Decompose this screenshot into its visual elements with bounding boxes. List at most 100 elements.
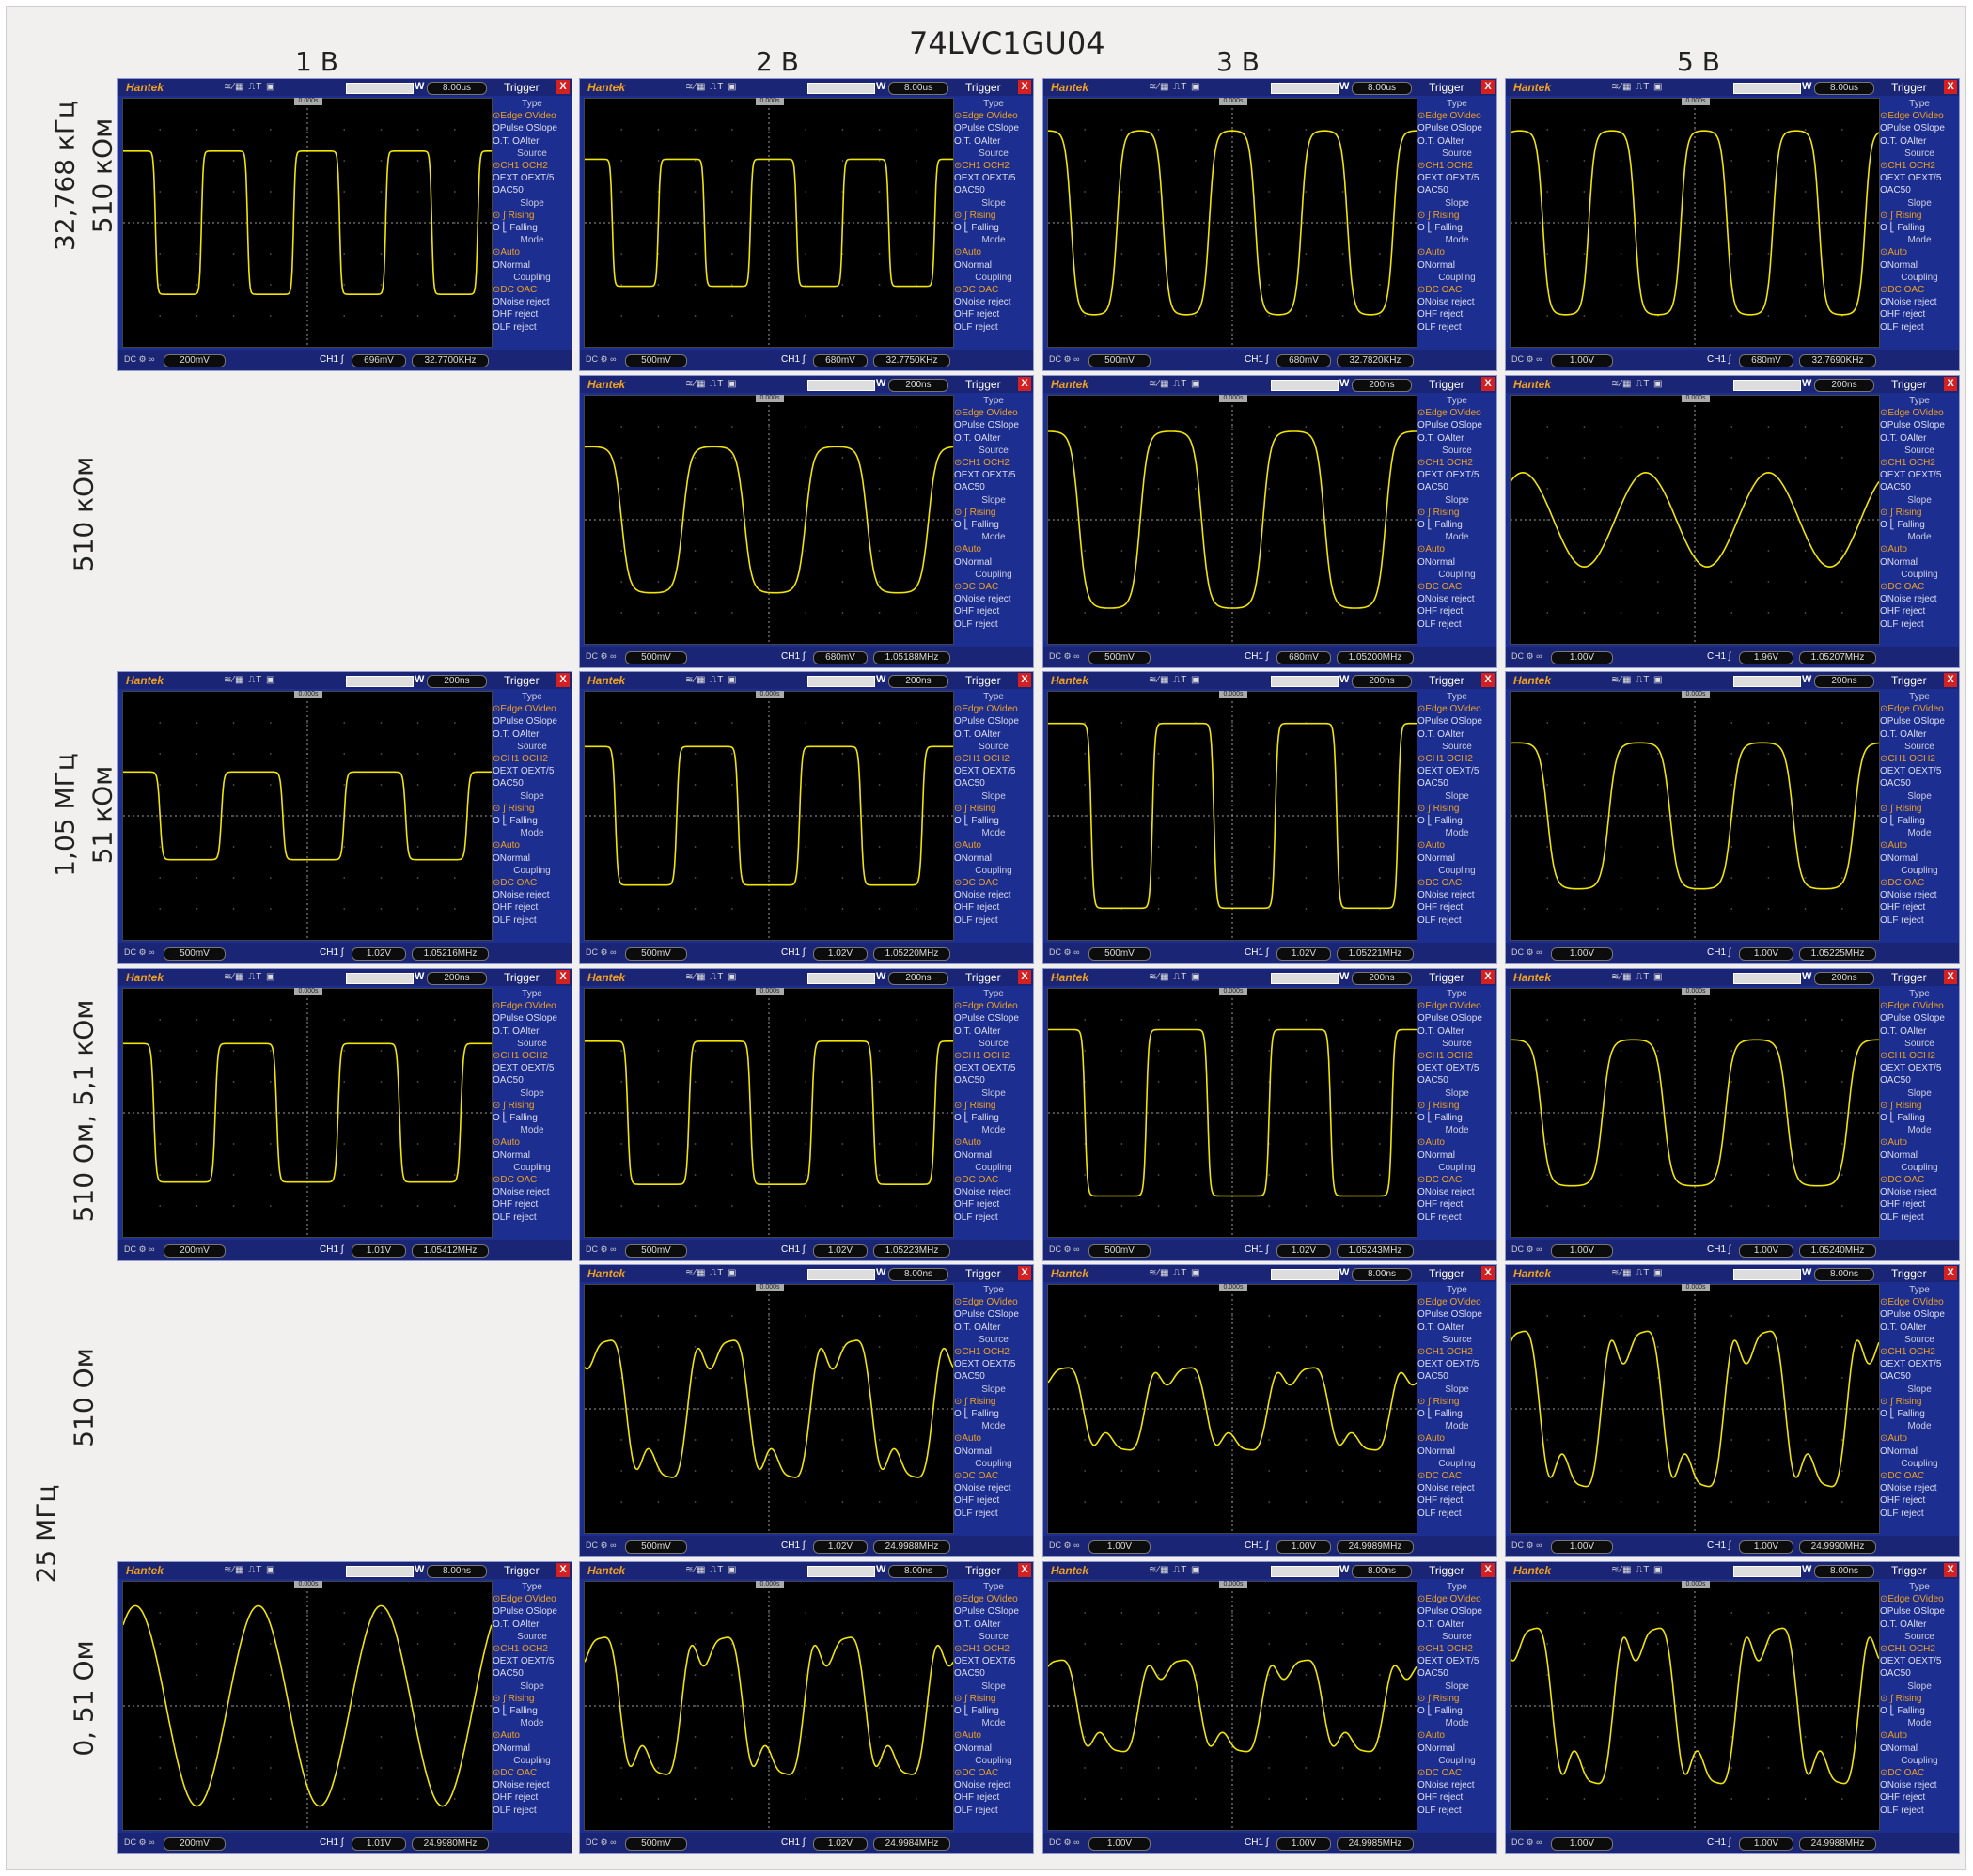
panel-option[interactable]: ⊙Auto bbox=[1417, 1432, 1496, 1445]
panel-option[interactable]: ⊙DC OAC bbox=[1880, 1767, 1959, 1779]
panel-option[interactable]: O ⎣ Falling bbox=[954, 1705, 1033, 1717]
panel-option[interactable]: ⊙Auto bbox=[1880, 1432, 1959, 1445]
panel-option[interactable]: ⊙ ∫ Rising bbox=[1417, 1396, 1496, 1408]
panel-option[interactable]: OEXT OEXT/5 bbox=[1417, 469, 1496, 481]
panel-option[interactable]: ⊙Edge OVideo bbox=[954, 1296, 1033, 1308]
panel-option[interactable]: O.T. OAlter bbox=[1880, 728, 1959, 741]
panel-option[interactable]: ⊙ ∫ Rising bbox=[493, 803, 572, 815]
trigger-position-marker[interactable]: 0.000s bbox=[756, 98, 784, 105]
panel-option[interactable]: ⊙ ∫ Rising bbox=[1880, 1693, 1959, 1705]
panel-option[interactable]: ⊙ ∫ Rising bbox=[954, 1693, 1033, 1705]
panel-option[interactable]: ⊙CH1 OCH2 bbox=[1880, 1050, 1959, 1062]
panel-option[interactable]: ONormal bbox=[954, 1743, 1033, 1755]
panel-option[interactable]: ⊙DC OAC bbox=[493, 877, 572, 889]
panel-option[interactable]: OAC50 bbox=[1880, 481, 1959, 493]
panel-option[interactable]: O.T. OAlter bbox=[1417, 728, 1496, 741]
panel-option[interactable]: ⊙Edge OVideo bbox=[954, 1000, 1033, 1012]
trigger-position-marker[interactable]: 0.000s bbox=[294, 1581, 322, 1588]
panel-option[interactable]: ⊙Edge OVideo bbox=[493, 1000, 572, 1012]
panel-option[interactable]: O ⎣ Falling bbox=[1417, 1705, 1496, 1717]
panel-option[interactable]: OEXT OEXT/5 bbox=[954, 1358, 1033, 1370]
panel-option[interactable]: ⊙Edge OVideo bbox=[1880, 1296, 1959, 1308]
panel-option[interactable]: OLF reject bbox=[1417, 618, 1496, 631]
panel-option[interactable]: ⊙CH1 OCH2 bbox=[1880, 457, 1959, 469]
panel-option[interactable]: OAC50 bbox=[954, 184, 1033, 196]
panel-option[interactable]: ONoise reject bbox=[954, 889, 1033, 901]
panel-option[interactable]: ⊙Auto bbox=[954, 1432, 1033, 1445]
panel-option[interactable]: OAC50 bbox=[954, 481, 1033, 493]
panel-option[interactable]: OHF reject bbox=[1417, 1494, 1496, 1507]
panel-option[interactable]: ONoise reject bbox=[1880, 1779, 1959, 1791]
panel-option[interactable]: ⊙CH1 OCH2 bbox=[1417, 753, 1496, 765]
panel-option[interactable]: O ⎣ Falling bbox=[1417, 1112, 1496, 1124]
panel-option[interactable]: ⊙ ∫ Rising bbox=[1417, 507, 1496, 519]
panel-option[interactable]: ⊙DC OAC bbox=[1417, 1174, 1496, 1186]
panel-option[interactable]: OEXT OEXT/5 bbox=[1417, 1655, 1496, 1667]
panel-option[interactable]: O ⎣ Falling bbox=[954, 815, 1033, 827]
panel-option[interactable]: ⊙ ∫ Rising bbox=[1880, 1396, 1959, 1408]
panel-option[interactable]: OLF reject bbox=[954, 618, 1033, 631]
panel-option[interactable]: ⊙Edge OVideo bbox=[1417, 703, 1496, 715]
panel-option[interactable]: O ⎣ Falling bbox=[1417, 815, 1496, 827]
panel-option[interactable]: ⊙DC OAC bbox=[954, 1470, 1033, 1482]
panel-option[interactable]: OAC50 bbox=[493, 184, 572, 196]
panel-option[interactable]: OPulse OSlope bbox=[954, 1012, 1033, 1024]
panel-option[interactable]: O.T. OAlter bbox=[954, 432, 1033, 445]
panel-option[interactable]: ⊙ ∫ Rising bbox=[954, 507, 1033, 519]
panel-option[interactable]: ONormal bbox=[954, 1149, 1033, 1162]
panel-option[interactable]: OHF reject bbox=[1417, 901, 1496, 914]
panel-option[interactable]: ONormal bbox=[1417, 852, 1496, 865]
close-icon[interactable]: X bbox=[1018, 673, 1031, 687]
panel-option[interactable]: OHF reject bbox=[1417, 1791, 1496, 1804]
panel-option[interactable]: OEXT OEXT/5 bbox=[1880, 1062, 1959, 1074]
panel-option[interactable]: ⊙CH1 OCH2 bbox=[1880, 1346, 1959, 1358]
panel-option[interactable]: OAC50 bbox=[1417, 1074, 1496, 1087]
panel-option[interactable]: OAC50 bbox=[1880, 777, 1959, 789]
trigger-position-marker[interactable]: 0.000s bbox=[756, 1581, 784, 1588]
panel-option[interactable]: ⊙Auto bbox=[1417, 839, 1496, 852]
panel-option[interactable]: OHF reject bbox=[1417, 1198, 1496, 1211]
panel-option[interactable]: O ⎣ Falling bbox=[493, 1112, 572, 1124]
panel-option[interactable]: OAC50 bbox=[493, 777, 572, 789]
panel-option[interactable]: OAC50 bbox=[1417, 1370, 1496, 1383]
panel-option[interactable]: OPulse OSlope bbox=[1417, 1012, 1496, 1024]
panel-option[interactable]: O.T. OAlter bbox=[1417, 1025, 1496, 1038]
panel-option[interactable]: ONormal bbox=[954, 852, 1033, 865]
panel-option[interactable]: ⊙ ∫ Rising bbox=[1880, 803, 1959, 815]
panel-option[interactable]: ONormal bbox=[493, 259, 572, 272]
panel-option[interactable]: ⊙DC OAC bbox=[1417, 1470, 1496, 1482]
panel-option[interactable]: OEXT OEXT/5 bbox=[954, 1655, 1033, 1667]
panel-option[interactable]: OAC50 bbox=[1880, 1074, 1959, 1087]
panel-option[interactable]: ⊙CH1 OCH2 bbox=[954, 160, 1033, 172]
panel-option[interactable]: ONormal bbox=[1417, 556, 1496, 569]
panel-option[interactable]: ⊙Edge OVideo bbox=[493, 110, 572, 122]
close-icon[interactable]: X bbox=[1018, 377, 1031, 391]
panel-option[interactable]: O.T. OAlter bbox=[1880, 1321, 1959, 1334]
panel-option[interactable]: OEXT OEXT/5 bbox=[1880, 469, 1959, 481]
panel-option[interactable]: ONoise reject bbox=[1417, 296, 1496, 308]
panel-option[interactable]: ONormal bbox=[493, 852, 572, 865]
panel-option[interactable]: OPulse OSlope bbox=[1417, 122, 1496, 134]
trigger-position-marker[interactable]: 0.000s bbox=[1219, 98, 1247, 105]
close-icon[interactable]: X bbox=[1481, 673, 1495, 687]
panel-option[interactable]: OEXT OEXT/5 bbox=[954, 469, 1033, 481]
panel-option[interactable]: OLF reject bbox=[493, 1805, 572, 1817]
panel-option[interactable]: OAC50 bbox=[1880, 1667, 1959, 1680]
panel-option[interactable]: OPulse OSlope bbox=[1880, 715, 1959, 727]
panel-option[interactable]: OLF reject bbox=[1880, 1805, 1959, 1817]
panel-option[interactable]: OEXT OEXT/5 bbox=[1880, 765, 1959, 777]
panel-option[interactable]: O ⎣ Falling bbox=[954, 1408, 1033, 1420]
panel-option[interactable]: OHF reject bbox=[1880, 1494, 1959, 1507]
panel-option[interactable]: ⊙Auto bbox=[1880, 839, 1959, 852]
panel-option[interactable]: ⊙CH1 OCH2 bbox=[1417, 1050, 1496, 1062]
panel-option[interactable]: OLF reject bbox=[1880, 618, 1959, 631]
trigger-position-marker[interactable]: 0.000s bbox=[1219, 1581, 1247, 1588]
panel-option[interactable]: ⊙CH1 OCH2 bbox=[1417, 160, 1496, 172]
panel-option[interactable]: OLF reject bbox=[1417, 1212, 1496, 1224]
panel-option[interactable]: ⊙Edge OVideo bbox=[493, 703, 572, 715]
panel-option[interactable]: ⊙CH1 OCH2 bbox=[1880, 1643, 1959, 1655]
panel-option[interactable]: OLF reject bbox=[954, 321, 1033, 334]
close-icon[interactable]: X bbox=[556, 673, 570, 687]
panel-option[interactable]: OAC50 bbox=[954, 777, 1033, 789]
panel-option[interactable]: OLF reject bbox=[1880, 321, 1959, 334]
